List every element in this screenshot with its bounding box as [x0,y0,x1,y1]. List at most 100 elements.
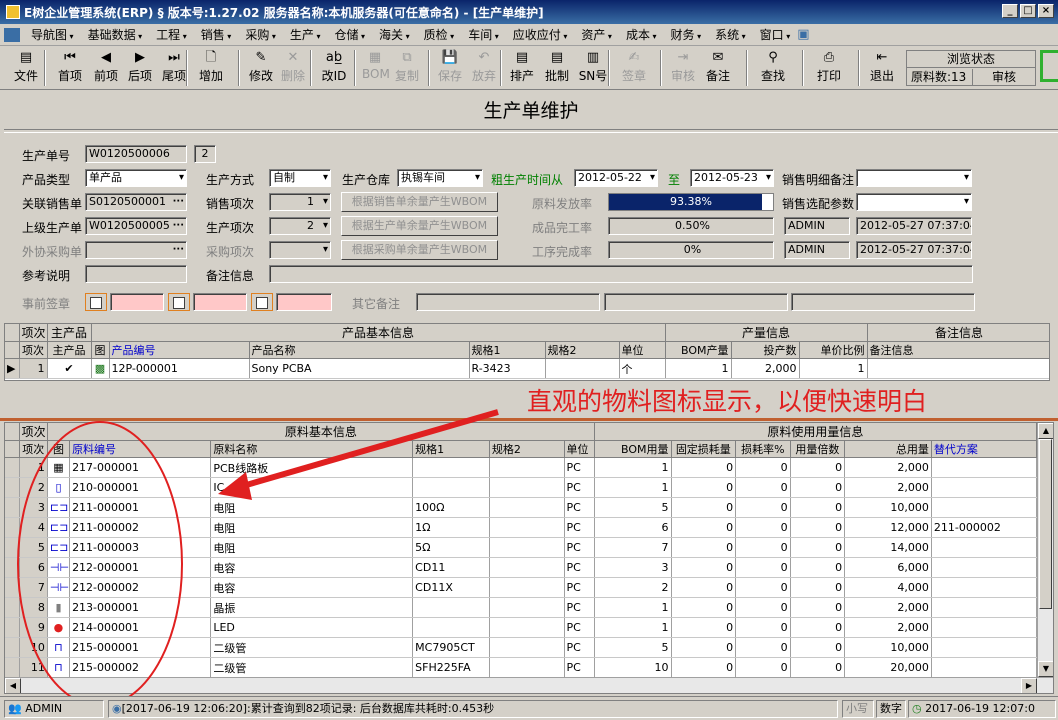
other-remark-field-3[interactable] [791,293,975,311]
toolbar-edit-button[interactable]: ✎ 修改 [246,48,276,88]
toolbar-stamp-button[interactable]: ✍ 签章 [614,48,654,88]
toolbar-note-button[interactable]: ✉ 备注 [700,48,736,88]
time-from-field[interactable]: 2012-05-22 [574,169,658,187]
menu-finance[interactable]: 财务 [664,26,709,43]
menu-warehouse[interactable]: 仓储 [327,26,372,43]
parent-order-label: 上级生产单 [22,221,83,235]
menu-assets[interactable]: 资产 [574,26,619,43]
cell-alt [931,617,1038,638]
table-row[interactable]: ▶ 1 ✔ ▩ 12P-000001 Sony PCBA R-3423 个 1 … [5,358,1049,379]
col-main[interactable]: 主产品 [47,341,92,359]
sales-param-select[interactable] [856,193,972,211]
sales-item-select[interactable]: 1 [269,193,331,211]
vertical-scrollbar[interactable]: ▲ ▼ [1037,423,1053,677]
toolbar-next-button[interactable]: ▶ 后项 [122,48,158,88]
main-product-checkbox[interactable]: ✔ [47,358,92,379]
other-remark-field-1[interactable] [416,293,600,311]
minimize-button[interactable]: _ [1002,4,1018,18]
col-product-code[interactable]: 产品编号 [109,341,250,359]
mcol-total[interactable]: 总用量 [844,440,932,458]
menu-purchase[interactable]: 采购 [238,26,283,43]
menu-cost[interactable]: 成本 [619,26,664,43]
toolbar-undo-button[interactable]: ↶ 放弃 [470,48,498,88]
toolbar-exit-button[interactable]: ⇤ 退出 [864,48,900,88]
menu-workshop[interactable]: 车间 [461,26,506,43]
col-input-qty[interactable]: 投产数 [731,341,800,359]
warehouse-select[interactable]: 执锡车间 [397,169,483,187]
col-bom-qty[interactable]: BOM产量 [665,341,732,359]
product-type-select[interactable]: 单产品 [85,169,187,187]
gen-by-sales-button[interactable]: 根据销售单余量产生WBOM [341,192,498,212]
col-image[interactable]: 图 [91,341,110,359]
toolbar-first-button[interactable]: ⏮ 首项 [50,48,90,88]
scroll-thumb[interactable] [1039,439,1052,609]
col-product-name[interactable]: 产品名称 [249,341,470,359]
order-no-field[interactable]: W0120500006 [85,145,187,163]
change-id-icon: ab̲ [325,50,343,65]
toolbar-change-id-button[interactable]: ab̲ 改ID [316,48,352,88]
col-spec1[interactable]: 规格1 [469,341,546,359]
scroll-right-button[interactable]: ▶ [1021,678,1037,693]
remark-field[interactable] [269,265,973,283]
order-seq-field[interactable]: 2 [194,145,216,163]
outsource-field[interactable] [85,241,187,259]
toolbar-barcode-button[interactable]: ▥ SN号 [578,48,608,88]
mcol-alt[interactable]: 替代方案 [931,440,1038,458]
other-remark-field-2[interactable] [604,293,788,311]
purchase-item-select[interactable] [269,241,331,259]
ref-field[interactable] [85,265,187,283]
toolbar-binoculars-button[interactable]: ⚲ 查找 [754,48,792,88]
toolbar-schedule-button[interactable]: ▤ 排产 [508,48,536,88]
presign-checkbox-2[interactable] [168,293,190,311]
mcol-multiple[interactable]: 用量倍数 [790,440,846,458]
menu-engineering[interactable]: 工程 [149,26,194,43]
toolbar-last-button[interactable]: ⏭ 尾项 [156,48,192,88]
time-to-field[interactable]: 2012-05-23 [690,169,774,187]
toolbar-batch-button[interactable]: ▤ 批制 [542,48,572,88]
menu-ar-ap[interactable]: 应收应付 [506,26,575,43]
menu-qc[interactable]: 质检 [417,26,462,43]
toolbar-save-button[interactable]: 💾 保存 [436,48,464,88]
presign-field-3[interactable] [276,293,332,311]
menu-navigation[interactable]: 导航图 [24,26,81,43]
toolbar-bom-button[interactable]: ▦ BOM [362,48,390,88]
parent-order-field[interactable]: W0120500005 [85,217,187,235]
scroll-down-button[interactable]: ▼ [1038,661,1053,677]
menu-sales[interactable]: 销售 [194,26,239,43]
col-seq[interactable]: 项次 [19,341,48,359]
toolbar-printer-button[interactable]: ⎙ 打印 [810,48,848,88]
toolbar-delete-button[interactable]: ✕ 删除 [278,48,308,88]
menu-customs[interactable]: 海关 [372,26,417,43]
app-menu-icon[interactable] [4,27,20,42]
mode-select[interactable]: 自制 [269,169,331,187]
maximize-button[interactable]: □ [1020,4,1036,18]
menu-production[interactable]: 生产 [283,26,328,43]
sales-order-field[interactable]: S0120500001 [85,193,187,211]
close-button[interactable]: × [1038,4,1054,18]
mcol-fixed-loss[interactable]: 固定损耗量 [671,440,737,458]
presign-field-2[interactable] [193,293,247,311]
presign-checkbox-1[interactable] [85,293,107,311]
gen-by-production-button[interactable]: 根据生产单余量产生WBOM [341,216,498,236]
toolbar-new-doc-button[interactable]: 🗋 增加 [192,48,230,88]
mcol-bom[interactable]: BOM用量 [594,440,672,458]
presign-checkbox-3[interactable] [251,293,273,311]
toolbar-prev-button[interactable]: ◀ 前项 [88,48,124,88]
toolbar-folder-button[interactable]: ▤ 文件 [6,48,46,88]
menu-window[interactable]: 窗口 [753,26,798,43]
production-item-select[interactable]: 2 [269,217,331,235]
col-spec2[interactable]: 规格2 [545,341,620,359]
menu-base-data[interactable]: 基础数据 [81,26,150,43]
toolbar-copy-button[interactable]: ⧉ 复制 [392,48,422,88]
col-price-ratio[interactable]: 单价比例 [799,341,868,359]
col-unit[interactable]: 单位 [619,341,666,359]
window-layout-icon[interactable]: ▣ [797,27,809,42]
mcol-loss-rate[interactable]: 损耗率% [735,440,791,458]
toolbar-audit-button[interactable]: ⇥ 审核 [668,48,698,88]
sales-detail-select[interactable] [856,169,972,187]
scroll-up-button[interactable]: ▲ [1038,423,1053,439]
gen-by-purchase-button[interactable]: 根据采购单余量产生WBOM [341,240,498,260]
col-note[interactable]: 备注信息 [867,341,1049,359]
menu-system[interactable]: 系统 [708,26,753,43]
presign-field-1[interactable] [110,293,164,311]
